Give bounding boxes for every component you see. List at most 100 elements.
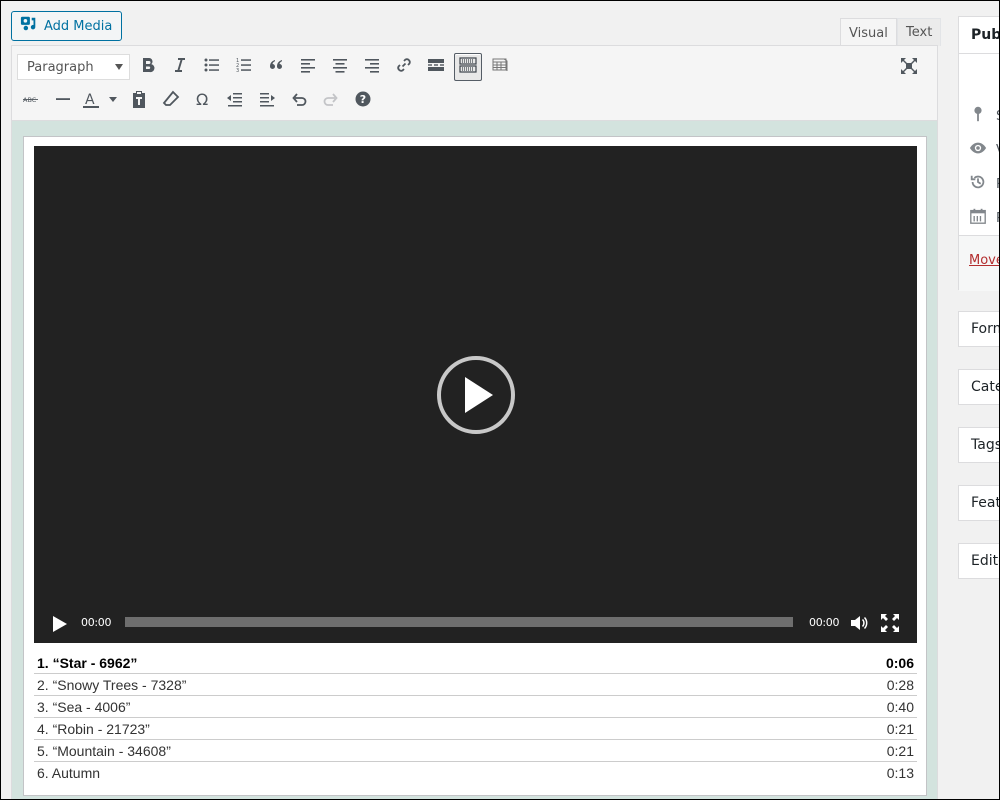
featured-image-box-title: Feat bbox=[971, 495, 1000, 511]
horizontal-line-icon bbox=[53, 89, 73, 113]
strikethrough-button[interactable]: ABC bbox=[17, 87, 45, 115]
status-label: S bbox=[996, 109, 1000, 124]
italic-icon bbox=[170, 55, 190, 79]
text-color-dropdown[interactable] bbox=[103, 87, 123, 115]
horizontal-line-button[interactable] bbox=[49, 87, 77, 115]
playlist-item[interactable]: 1. “Star - 6962” 0:06 bbox=[34, 652, 917, 674]
align-left-button[interactable] bbox=[294, 53, 322, 81]
align-right-button[interactable] bbox=[358, 53, 386, 81]
special-character-button[interactable]: Ω bbox=[189, 87, 217, 115]
keyboard-shortcuts-button[interactable]: ? bbox=[349, 87, 377, 115]
editorskit-box[interactable]: Edito bbox=[958, 543, 1000, 579]
track-title: 1. “Star - 6962” bbox=[37, 654, 138, 671]
schedule-row: P bbox=[969, 207, 1000, 229]
featured-image-box[interactable]: Feat bbox=[958, 485, 1000, 521]
playlist: 1. “Star - 6962” 0:06 2. “Snowy Trees - 7… bbox=[34, 652, 917, 784]
editor-toolbar: Paragraph 123 ABC A Ω ? bbox=[12, 46, 937, 121]
paste-as-text-button[interactable] bbox=[125, 87, 153, 115]
toolbar-row-1: Paragraph 123 bbox=[17, 52, 518, 82]
svg-text:?: ? bbox=[360, 93, 366, 106]
bold-button[interactable] bbox=[134, 53, 162, 81]
revisions-label: R bbox=[996, 177, 1000, 192]
history-icon bbox=[969, 173, 987, 195]
track-title: 3. “Sea - 4006” bbox=[37, 698, 131, 715]
bold-icon bbox=[138, 55, 158, 79]
text-color-button[interactable]: A bbox=[81, 87, 101, 115]
add-media-icon bbox=[20, 15, 38, 37]
visibility-row: V bbox=[969, 139, 1000, 161]
publish-footer: Move bbox=[959, 235, 1000, 291]
decrease-indent-button[interactable] bbox=[221, 87, 249, 115]
playlist-item[interactable]: 5. “Mountain - 34608” 0:21 bbox=[34, 740, 917, 762]
playlist-item[interactable]: 2. “Snowy Trees - 7328” 0:28 bbox=[34, 674, 917, 696]
track-duration: 0:40 bbox=[886, 698, 914, 715]
bulleted-list-button[interactable] bbox=[198, 53, 226, 81]
fullscreen-button[interactable] bbox=[895, 54, 923, 82]
revisions-row: R bbox=[969, 173, 1000, 195]
bulleted-list-icon bbox=[202, 55, 222, 79]
chevron-down-icon bbox=[115, 64, 123, 70]
redo-button[interactable] bbox=[317, 87, 345, 115]
fullscreen-player-button[interactable] bbox=[880, 613, 900, 633]
play-circle-icon bbox=[437, 356, 515, 434]
toolbar-toggle-button[interactable] bbox=[454, 53, 482, 81]
increase-indent-button[interactable] bbox=[253, 87, 281, 115]
playlist-item[interactable]: 4. “Robin - 21723” 0:21 bbox=[34, 718, 917, 740]
track-duration: 0:06 bbox=[885, 654, 914, 671]
redo-icon bbox=[321, 89, 341, 113]
play-button[interactable] bbox=[50, 614, 70, 634]
add-media-label: Add Media bbox=[44, 18, 113, 34]
publish-date-label: P bbox=[996, 210, 1000, 226]
add-media-button[interactable]: Add Media bbox=[11, 11, 123, 41]
format-box[interactable]: Form bbox=[958, 311, 1000, 347]
publish-box: Publ S V R P Move bbox=[958, 16, 1000, 291]
editor-content[interactable]: 00:00 00:00 1. “Star - 6962” 0:06 2. “Sno… bbox=[23, 136, 927, 796]
paste-text-icon bbox=[129, 89, 149, 113]
outdent-icon bbox=[225, 89, 245, 113]
italic-button[interactable] bbox=[166, 53, 194, 81]
eye-icon bbox=[969, 139, 987, 161]
indent-icon bbox=[257, 89, 277, 113]
chevron-down-icon bbox=[103, 89, 123, 113]
mute-button[interactable] bbox=[849, 613, 869, 633]
svg-text:ABC: ABC bbox=[23, 96, 37, 104]
toolbar-row-2: ABC A Ω ? bbox=[17, 86, 381, 116]
move-to-trash-link[interactable]: Move bbox=[969, 253, 1000, 268]
tab-text[interactable]: Text bbox=[897, 18, 942, 46]
playlist-item[interactable]: 6. Autumn 0:13 bbox=[34, 762, 917, 784]
format-select[interactable]: Paragraph bbox=[17, 54, 130, 80]
status-row: S bbox=[969, 105, 1000, 127]
undo-button[interactable] bbox=[285, 87, 313, 115]
progress-bar[interactable] bbox=[125, 617, 793, 627]
calendar-icon bbox=[969, 207, 987, 229]
volume-icon bbox=[851, 616, 868, 630]
read-more-icon bbox=[426, 55, 446, 79]
current-time: 00:00 bbox=[81, 616, 112, 629]
blockquote-button[interactable] bbox=[262, 53, 290, 81]
align-right-icon bbox=[362, 55, 382, 79]
format-box-title: Form bbox=[971, 321, 1000, 337]
clear-formatting-button[interactable] bbox=[157, 87, 185, 115]
playlist-item[interactable]: 3. “Sea - 4006” 0:40 bbox=[34, 696, 917, 718]
pin-icon bbox=[969, 105, 987, 127]
table-icon bbox=[490, 55, 510, 79]
numbered-list-icon: 123 bbox=[234, 55, 254, 79]
tags-box[interactable]: Tags bbox=[958, 427, 1000, 463]
read-more-button[interactable] bbox=[422, 53, 450, 81]
track-title: 2. “Snowy Trees - 7328” bbox=[37, 676, 187, 693]
publish-box-title[interactable]: Publ bbox=[959, 17, 1000, 54]
categories-box[interactable]: Cate bbox=[958, 369, 1000, 405]
track-duration: 0:28 bbox=[886, 676, 914, 693]
player-controls: 00:00 00:00 bbox=[34, 603, 917, 643]
svg-text:Ω: Ω bbox=[196, 90, 208, 109]
track-title: 5. “Mountain - 34608” bbox=[37, 742, 171, 759]
big-play-button[interactable] bbox=[436, 355, 516, 435]
text-color-icon: A bbox=[81, 89, 101, 113]
align-center-button[interactable] bbox=[326, 53, 354, 81]
video-player[interactable]: 00:00 00:00 bbox=[34, 146, 917, 643]
format-select-value: Paragraph bbox=[27, 59, 94, 75]
numbered-list-button[interactable]: 123 bbox=[230, 53, 258, 81]
table-button[interactable] bbox=[486, 53, 514, 81]
tab-visual[interactable]: Visual bbox=[840, 18, 897, 47]
insert-link-button[interactable] bbox=[390, 53, 418, 81]
